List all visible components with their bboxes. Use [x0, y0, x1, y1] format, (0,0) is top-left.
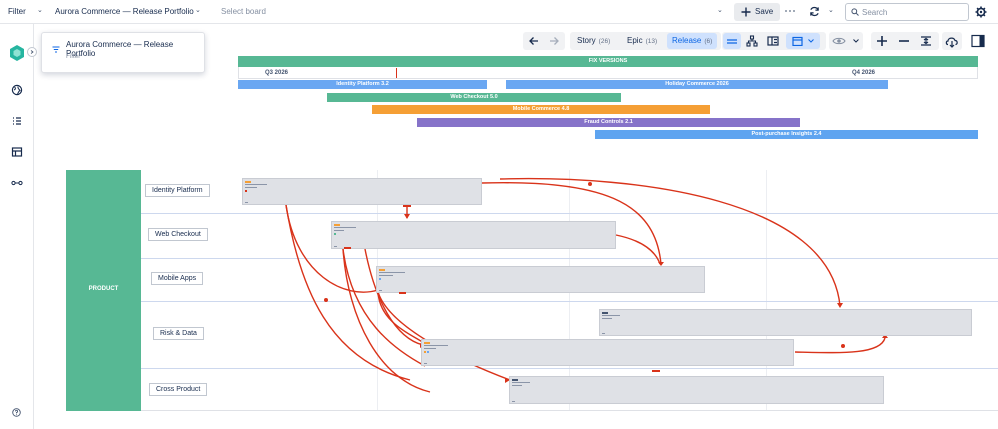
issue-card[interactable]	[421, 339, 794, 366]
issue-card[interactable]	[376, 266, 705, 293]
issue-card[interactable]	[242, 178, 482, 205]
dependency-marker	[344, 247, 351, 249]
issue-card[interactable]	[509, 376, 884, 404]
issue-card[interactable]	[599, 309, 972, 336]
issue-card[interactable]	[331, 221, 616, 249]
portfolio-popup: Aurora Commerce — Release Portfolio Filt…	[41, 32, 205, 73]
popup-title[interactable]: Aurora Commerce — Release Portfolio	[66, 40, 204, 58]
popup-subtitle: Filter	[66, 53, 81, 60]
dependency-marker	[652, 370, 660, 372]
filter-icon	[52, 46, 60, 53]
dependency-marker	[399, 292, 406, 294]
dependency-marker	[403, 205, 411, 207]
